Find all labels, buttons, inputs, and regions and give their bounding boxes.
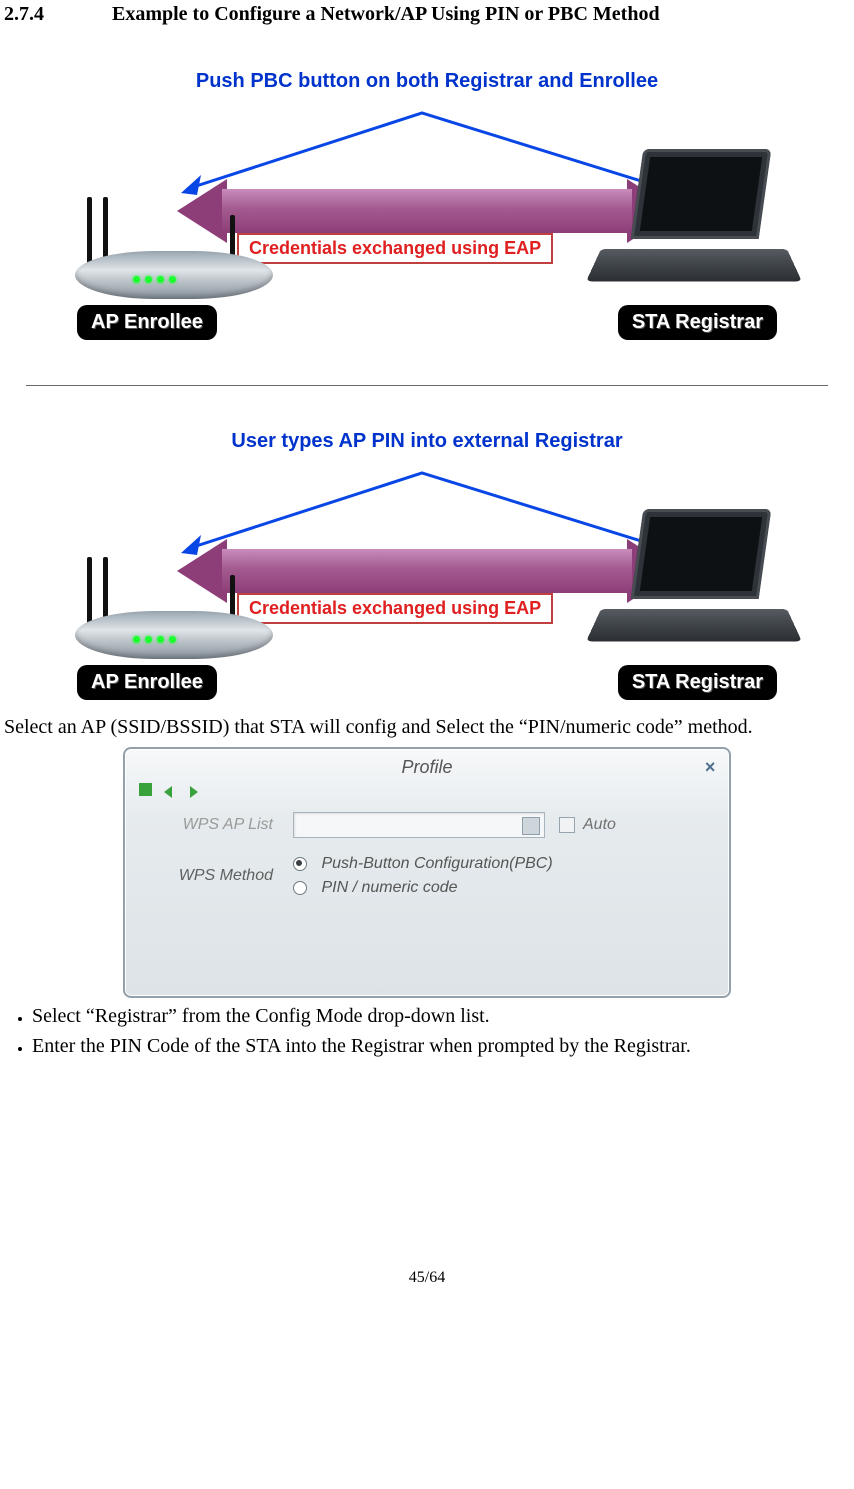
credentials-label: Credentials exchanged using EAP [237, 233, 553, 264]
role-ap-enrollee: AP Enrollee [77, 305, 217, 340]
role-sta-registrar: STA Registrar [618, 305, 777, 340]
role-ap-enrollee: AP Enrollee [77, 665, 217, 700]
router-icon [75, 195, 273, 299]
stop-icon[interactable] [139, 783, 152, 796]
radio-pbc-label: Push-Button Configuration(PBC) [321, 855, 552, 872]
dialog-title: Profile [401, 757, 452, 777]
forward-icon[interactable] [186, 782, 200, 796]
laptop-icon [601, 509, 787, 659]
diagram-pbc-title: Push PBC button on both Registrar and En… [47, 70, 807, 93]
pink-arrow-bar [222, 549, 632, 593]
section-heading: 2.7.4Example to Configure a Network/AP U… [4, 3, 850, 26]
wps-ap-list-combo[interactable] [293, 812, 545, 838]
paragraph-select-ap: Select an AP (SSID/BSSID) that STA will … [4, 715, 850, 739]
list-item: Select “Registrar” from the Config Mode … [32, 1004, 850, 1029]
page-number: 45/64 [4, 1269, 850, 1297]
auto-label: Auto [583, 816, 616, 834]
radio-pin[interactable] [293, 881, 307, 895]
auto-checkbox[interactable] [559, 817, 575, 833]
radio-pbc[interactable] [293, 857, 307, 871]
diagram-pbc: Push PBC button on both Registrar and En… [47, 70, 807, 349]
close-icon[interactable]: × [704, 757, 715, 778]
diagram-pin: User types AP PIN into external Registra… [47, 430, 807, 709]
wps-method-label: WPS Method [147, 867, 293, 885]
divider [26, 385, 828, 386]
role-sta-registrar: STA Registrar [618, 665, 777, 700]
pink-arrow-bar [222, 189, 632, 233]
instruction-list: Select “Registrar” from the Config Mode … [4, 1004, 850, 1059]
credentials-label: Credentials exchanged using EAP [237, 593, 553, 624]
section-title: Example to Configure a Network/AP Using … [112, 3, 660, 25]
profile-dialog: Profile × WPS AP List Auto WPS Method [123, 747, 731, 998]
router-icon [75, 555, 273, 659]
list-item: Enter the PIN Code of the STA into the R… [32, 1034, 850, 1059]
wps-ap-list-label: WPS AP List [147, 816, 293, 834]
back-icon[interactable] [162, 782, 176, 796]
section-number: 2.7.4 [4, 3, 112, 26]
diagram-pin-title: User types AP PIN into external Registra… [47, 430, 807, 453]
radio-pin-label: PIN / numeric code [321, 879, 457, 896]
laptop-icon [601, 149, 787, 299]
